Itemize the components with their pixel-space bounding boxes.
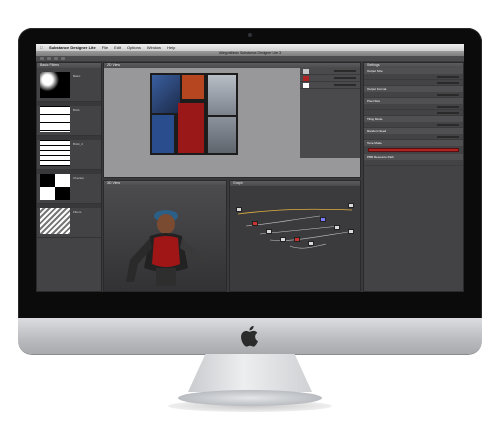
imac-mockup:  Substance Designer Lite File Edit Opti… [0,0,500,440]
graph-node[interactable] [348,203,354,208]
graph-node[interactable] [236,207,242,212]
menu-edit[interactable]: Edit [114,45,121,50]
menu-bar:  Substance Designer Lite File Edit Opti… [36,44,464,51]
library-item[interactable]: Brick [37,102,101,136]
graph-node[interactable] [348,229,354,234]
thumb-fibers [40,208,70,234]
toolbar-button[interactable] [40,57,44,60]
graph-panel: Graph [229,180,361,292]
camera-dot [248,33,252,37]
texture-preview [150,73,238,155]
apple-logo-icon [241,325,258,347]
toolbar [36,56,464,61]
graph-node[interactable] [266,229,272,234]
graph-node[interactable] [252,221,258,226]
thumb-bricks [40,106,70,132]
monitor-foot [178,390,322,406]
menu-window[interactable]: Window [147,45,161,50]
menu-options[interactable]: Options [127,45,141,50]
character-model [126,210,206,286]
app-menu[interactable]: Substance Designer Lite [49,45,96,50]
library-item[interactable]: Fibers [37,204,101,238]
graph-node[interactable] [308,241,314,246]
thumb-blobs [40,72,70,98]
color-chip[interactable] [303,82,309,88]
view-2d-panel: 2D View [103,62,361,178]
material-inputs [300,68,360,158]
thumb-checker [40,174,70,200]
graph-node[interactable] [294,237,300,242]
graph-node[interactable] [320,217,326,222]
library-item-label: Brick [73,108,80,112]
graph-node[interactable] [334,225,340,230]
library-item[interactable]: Checker [37,170,101,204]
toolbar-button[interactable] [54,57,58,60]
library-item[interactable]: Basic [37,68,101,102]
toolbar-button[interactable] [47,57,51,60]
library-panel: Basic Filters Basic Brick Brick_2 Checke… [36,62,102,292]
param-section[interactable]: Tone Mode [364,140,463,146]
menu-help[interactable]: Help [167,45,175,50]
view-3d-panel: 3D View [103,180,227,292]
graph-node[interactable] [280,237,286,242]
toolbar-button[interactable] [61,57,65,60]
screen:  Substance Designer Lite File Edit Opti… [36,44,464,292]
monitor-stand [188,354,312,392]
tone-mode-bar[interactable] [368,148,459,152]
color-chip[interactable] [303,68,309,74]
library-item-label: Brick_2 [73,142,84,146]
color-chip[interactable] [303,75,309,81]
library-item[interactable]: Brick_2 [37,136,101,170]
parameters-panel: Settings Output Size Output Format Pixel… [363,62,464,292]
apple-menu-icon[interactable]:  [40,45,43,50]
thumb-bricks-2 [40,140,70,166]
library-item-label: Fibers [73,210,82,214]
library-item-label: Checker [73,176,85,180]
library-item-label: Basic [73,74,81,78]
menu-file[interactable]: File [102,45,108,50]
